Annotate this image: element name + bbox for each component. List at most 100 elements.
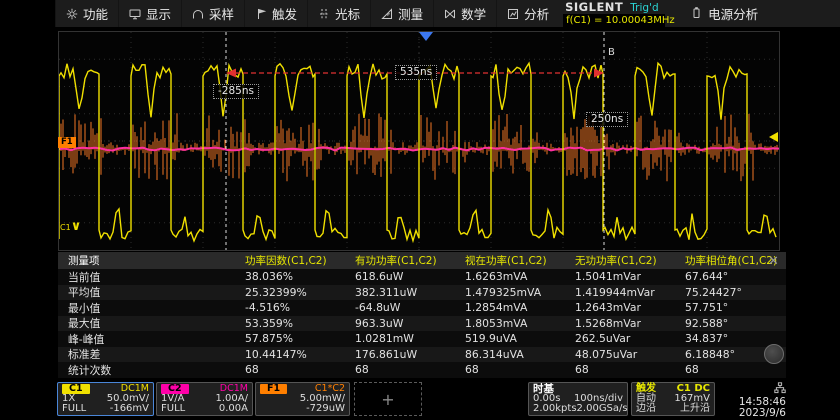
table-cell: 1.5268mVar xyxy=(565,317,675,330)
c1-channel-marker[interactable]: C1∨ xyxy=(60,222,81,233)
cursor-a-readout[interactable]: -285ns xyxy=(213,84,259,99)
trigger-type: 边沿 xyxy=(636,404,656,414)
table-cell: 68 xyxy=(235,363,345,376)
gear-icon xyxy=(66,8,78,20)
table-row: 峰-峰值 57.875% 1.0281mW 519.9uVA 262.5uVar… xyxy=(58,331,786,347)
timebase-rate: 2.00GSa/s xyxy=(577,404,628,414)
menu-bar: 功能 显示 采样 触发 光标 测量 数学 分析 xyxy=(55,0,840,27)
table-row: 最小值 -4.516% -64.8uW 1.2854mVA 1.2643mVar… xyxy=(58,300,786,316)
table-cell: -4.516% xyxy=(235,301,345,314)
table-cell: 1.6263mVA xyxy=(455,270,565,283)
cursor-icon xyxy=(318,8,330,20)
c1-offset-arrow: ∨ xyxy=(71,219,82,234)
trigger-box[interactable]: 触发C1 DC 自动167mV 边沿上升沿 xyxy=(631,382,715,416)
table-cell: 34.837° xyxy=(675,332,786,345)
table-cell: 618.6uW xyxy=(345,270,455,283)
f1-offset: -729uW xyxy=(306,404,345,414)
table-cell: 57.751° xyxy=(675,301,786,314)
table-cell: 1.0281mW xyxy=(345,332,455,345)
column-header: 测量项 xyxy=(58,253,235,268)
menu-item-acquire[interactable]: 采样 xyxy=(181,0,244,27)
channel-f1-box[interactable]: F1C1*C2 5.00mW/ -729uW xyxy=(255,382,350,416)
table-cell: 1.419944mVar xyxy=(565,286,675,299)
menu-item-label: 采样 xyxy=(209,4,234,23)
table-cell: 1.479325mVA xyxy=(455,286,565,299)
menu-item-power-analysis[interactable]: 电源分析 xyxy=(691,4,758,23)
menu-item-trigger[interactable]: 触发 xyxy=(244,0,307,27)
row-label: 最小值 xyxy=(58,300,235,316)
table-cell: 1.5041mVar xyxy=(565,270,675,283)
table-cell: 68 xyxy=(345,363,455,376)
channel-c1-box[interactable]: C1DC1M 1X50.0mV/ FULL-166mV xyxy=(57,382,154,416)
trigger-status: Trig'd xyxy=(630,2,658,14)
waveform-display[interactable]: -285ns 535ns 250ns B F1 C1∨ xyxy=(58,31,780,251)
table-cell: 67.644° xyxy=(675,270,786,283)
add-channel-button[interactable]: + xyxy=(354,382,422,416)
brand-logo: SIGLENT xyxy=(565,0,623,14)
floating-handle-button[interactable] xyxy=(764,344,784,364)
table-cell: -64.8uW xyxy=(345,301,455,314)
channel-c2-box[interactable]: C2DC1M 1V/A1.00A/ FULL0.00A xyxy=(156,382,253,416)
battery-icon xyxy=(691,6,702,22)
table-cell: 1.2854mVA xyxy=(455,301,565,314)
table-cell: 68 xyxy=(675,363,786,376)
menu-item-label: 分析 xyxy=(524,4,549,23)
menu-item-math[interactable]: 数学 xyxy=(433,0,496,27)
c2-current-trace xyxy=(59,113,777,181)
table-cell: 57.875% xyxy=(235,332,345,345)
timebase-box[interactable]: 时基 0.00s100ns/div 2.00kpts2.00GSa/s xyxy=(528,382,628,416)
table-cell: 92.588° xyxy=(675,317,786,330)
menu-item-label: 功能 xyxy=(83,4,108,23)
analysis-icon xyxy=(507,8,519,20)
f1-badge: F1 xyxy=(260,384,287,394)
table-cell: 68 xyxy=(565,363,675,376)
menu-item-measure[interactable]: 测量 xyxy=(370,0,433,27)
table-row: 平均值 25.32399% 382.311uW 1.479325mVA 1.41… xyxy=(58,285,786,301)
clock-box: 14:58:46 2023/9/6 xyxy=(716,382,786,416)
cursor-b-label: B xyxy=(608,47,615,58)
table-cell: 75.24427° xyxy=(675,286,786,299)
table-row: 最大值 53.359% 963.3uW 1.8053mVA 1.5268mVar… xyxy=(58,316,786,332)
table-cell: 382.311uW xyxy=(345,286,455,299)
close-icon[interactable]: ✕ xyxy=(766,254,781,269)
menu-item-label: 电源分析 xyxy=(708,4,758,23)
table-row: 当前值 38.036% 618.6uW 1.6263mVA 1.5041mVar… xyxy=(58,269,786,285)
menu-item-display[interactable]: 显示 xyxy=(118,0,181,27)
plus-icon: + xyxy=(381,390,394,409)
frequency-readout: f(C1) = 10.00043MHz xyxy=(563,14,665,27)
table-cell: 48.075uVar xyxy=(565,348,675,361)
brand-status-block: SIGLENT Trig'd f(C1) = 10.00043MHz xyxy=(563,0,665,27)
trigger-level-marker[interactable] xyxy=(769,132,778,142)
menu-item-analysis[interactable]: 分析 xyxy=(496,0,559,27)
row-label: 平均值 xyxy=(58,284,235,300)
row-label: 峰-峰值 xyxy=(58,331,235,347)
cursor-delta-readout[interactable]: 535ns xyxy=(395,65,437,80)
menu-item-function[interactable]: 功能 xyxy=(55,0,118,27)
network-icon[interactable] xyxy=(774,382,786,397)
trigger-slope: 上升沿 xyxy=(680,404,710,414)
trigger-position-marker[interactable] xyxy=(419,32,433,41)
menu-item-label: 测量 xyxy=(398,4,423,23)
column-header: 视在功率(C1,C2) xyxy=(455,253,565,268)
sampling-icon xyxy=(192,8,204,20)
table-cell: 262.5uVar xyxy=(565,332,675,345)
menu-item-cursors[interactable]: 光标 xyxy=(307,0,370,27)
menu-item-label: 显示 xyxy=(146,4,171,23)
table-cell: 1.2643mVar xyxy=(565,301,675,314)
f1-channel-marker[interactable]: F1 xyxy=(58,137,76,148)
table-cell: 53.359% xyxy=(235,317,345,330)
table-cell: 176.861uW xyxy=(345,348,455,361)
table-cell: 25.32399% xyxy=(235,286,345,299)
display-icon xyxy=(129,8,141,20)
table-cell: 519.9uVA xyxy=(455,332,565,345)
table-cell: 963.3uW xyxy=(345,317,455,330)
c1-bandwidth: FULL xyxy=(62,404,86,414)
flag-icon xyxy=(255,8,267,20)
math-icon xyxy=(444,8,456,20)
cursor-b-readout[interactable]: 250ns xyxy=(586,112,628,127)
c2-bandwidth: FULL xyxy=(161,404,185,414)
table-cell: 1.8053mVA xyxy=(455,317,565,330)
table-cell: 10.44147% xyxy=(235,348,345,361)
row-label: 标准差 xyxy=(58,346,235,362)
clock-date: 2023/9/6 xyxy=(739,408,786,419)
